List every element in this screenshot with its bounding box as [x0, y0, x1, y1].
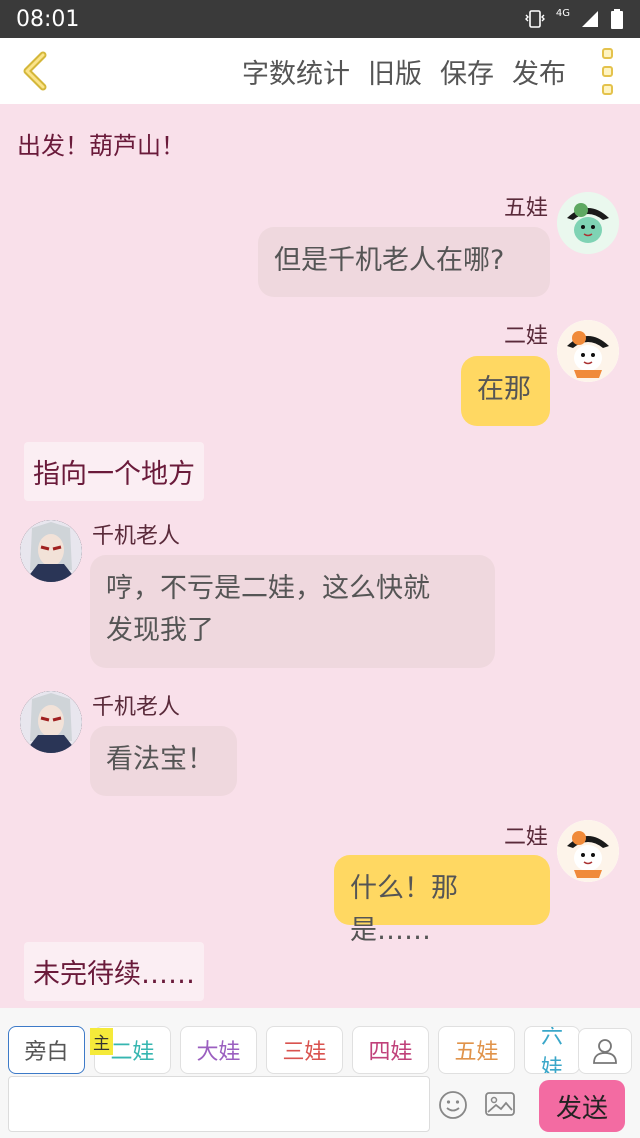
image-icon [485, 1092, 515, 1116]
message-bubble[interactable]: 看法宝！ [90, 726, 237, 796]
status-bar: 08:01 4G [0, 0, 640, 38]
signal-icon [582, 11, 598, 27]
chevron-left-icon [23, 51, 47, 91]
character-avatar-icon [557, 820, 619, 882]
role-label: 三娃 [282, 1040, 327, 1065]
message-text-line: 哼，不亏是二娃，这么快就 [106, 573, 430, 604]
emoji-button[interactable] [438, 1090, 468, 1124]
old-version-button[interactable]: 旧版 [368, 52, 422, 91]
avatar-erwa[interactable] [557, 820, 619, 882]
role-label: 大娃 [196, 1040, 241, 1065]
role-tab-liuwa[interactable]: 六娃 [524, 1026, 580, 1074]
message-bubble[interactable]: 什么！那是…… [334, 855, 550, 946]
role-tab-siwa[interactable]: 四娃 [352, 1026, 429, 1074]
message-sender-name: 二娃 [504, 324, 549, 349]
manage-roles-button[interactable] [578, 1028, 632, 1074]
message-sender-name: 千机老人 [92, 695, 181, 720]
composer-panel: 旁白 二娃 大娃 三娃 四娃 五娃 六娃 主 发送 [0, 1008, 640, 1138]
message-sender-name: 五娃 [504, 196, 549, 221]
send-button[interactable]: 发送 [539, 1080, 625, 1132]
smiley-icon [439, 1091, 467, 1119]
more-menu-button[interactable] [584, 38, 630, 104]
top-toolbar: 字数统计 旧版 保存 发布 [0, 38, 640, 104]
battery-icon [611, 9, 623, 29]
avatar-wuwa[interactable] [557, 192, 619, 254]
role-label: 四娃 [368, 1040, 413, 1065]
avatar-qianji[interactable] [20, 520, 82, 582]
role-tab-narrator[interactable]: 旁白 [8, 1026, 85, 1074]
network-label: 4G [555, 7, 570, 19]
chat-area[interactable]: 出发！葫芦山！ 五娃 但是千机老人在哪? 二娃 在那 指向一个地方 千机老人 哼… [0, 104, 640, 1008]
message-text-line: 发现我了 [106, 615, 214, 646]
message-bubble[interactable]: 哼，不亏是二娃，这么快就 发现我了 [90, 555, 495, 668]
narration-box[interactable]: 指向一个地方 [24, 442, 204, 501]
role-label: 二娃 [110, 1040, 155, 1065]
word-count-button[interactable]: 字数统计 [242, 52, 350, 91]
character-avatar-icon [557, 192, 619, 254]
message-input[interactable] [8, 1076, 430, 1132]
more-dot-icon [601, 83, 613, 95]
intro-narration: 出发！葫芦山！ [17, 132, 185, 160]
character-avatar-icon [20, 520, 82, 582]
role-label: 六娃 [541, 1026, 564, 1074]
role-tab-dawa[interactable]: 大娃 [180, 1026, 257, 1074]
role-selector: 旁白 二娃 大娃 三娃 四娃 五娃 六娃 主 [0, 1026, 640, 1074]
status-icons: 4G [524, 8, 624, 30]
avatar-qianji[interactable] [20, 691, 82, 753]
role-label: 五娃 [454, 1040, 499, 1065]
status-time: 08:01 [16, 6, 80, 32]
more-dot-icon [601, 47, 613, 59]
message-sender-name: 二娃 [504, 825, 549, 850]
role-tab-wuwa[interactable]: 五娃 [438, 1026, 515, 1074]
character-avatar-icon [557, 320, 619, 382]
message-bubble[interactable]: 但是千机老人在哪? [258, 227, 550, 297]
role-label: 旁白 [24, 1040, 69, 1065]
vibrate-icon [524, 10, 545, 28]
message-bubble[interactable]: 在那 [461, 356, 550, 426]
image-button[interactable] [484, 1090, 516, 1122]
toolbar-actions: 字数统计 旧版 保存 发布 [242, 52, 584, 91]
main-role-badge: 主 [90, 1028, 113, 1055]
character-avatar-icon [20, 691, 82, 753]
more-dot-icon [601, 65, 613, 77]
back-button[interactable] [4, 38, 64, 104]
narration-box[interactable]: 未完待续…… [24, 942, 204, 1001]
avatar-erwa[interactable] [557, 320, 619, 382]
save-button[interactable]: 保存 [440, 52, 494, 91]
message-sender-name: 千机老人 [92, 524, 181, 549]
user-icon [593, 1039, 617, 1064]
publish-button[interactable]: 发布 [512, 52, 566, 91]
role-tab-sanwa[interactable]: 三娃 [266, 1026, 343, 1074]
